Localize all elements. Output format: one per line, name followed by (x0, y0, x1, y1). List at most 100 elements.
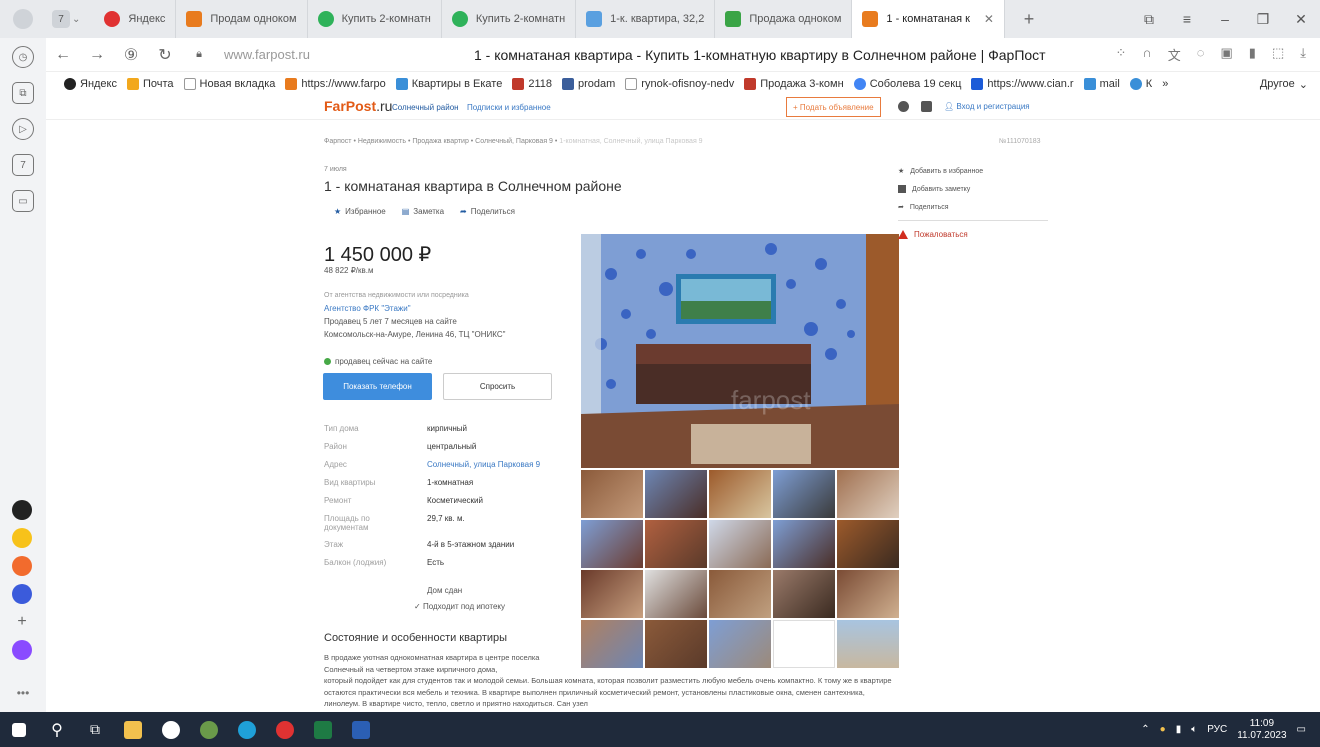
new-tab-icon[interactable]: + (1015, 5, 1043, 33)
bookmark-item[interactable]: rynok-ofisnoy-nedv (625, 78, 734, 90)
lock-icon[interactable]: 🔒︎ (182, 48, 216, 61)
app-icon[interactable] (190, 712, 228, 747)
photo-thumbnail[interactable] (581, 570, 643, 618)
report-link[interactable]: Пожаловаться (898, 225, 1048, 243)
tab-active[interactable]: 1 - комнатаная к ✕ (852, 0, 1005, 38)
favorite-button[interactable]: ★ Избранное (334, 207, 386, 216)
photo-thumbnail[interactable] (773, 570, 835, 618)
breadcrumb-path[interactable]: Фарпост • Недвижимость • Продажа квартир… (324, 138, 557, 145)
close-tab-icon[interactable]: ✕ (984, 12, 994, 26)
file-explorer-icon[interactable] (114, 712, 152, 747)
forward-icon[interactable]: → (80, 46, 114, 64)
word-icon[interactable] (342, 712, 380, 747)
photo-thumbnail[interactable] (645, 620, 707, 668)
photo-thumbnail[interactable] (709, 620, 771, 668)
bookmarks-overflow[interactable]: » (1162, 78, 1168, 90)
bookmark-item[interactable]: К (1129, 78, 1152, 90)
app-icon[interactable] (12, 500, 32, 520)
restore-icon[interactable]: ❐ (1244, 11, 1282, 28)
messages-icon[interactable] (921, 101, 932, 112)
page-title-display[interactable]: 1 - комнатаная квартира - Купить 1-комна… (474, 47, 1046, 63)
bookmark-item[interactable]: https://www.farpo (285, 78, 386, 90)
help-icon[interactable] (898, 101, 909, 112)
clock[interactable]: 11:09 11.07.2023 (1237, 718, 1286, 742)
tab-counter[interactable]: 7 ⌄ (46, 7, 86, 31)
photo-thumbnail[interactable] (773, 470, 835, 518)
address-link[interactable]: Солнечный, улица Парковая 9 (427, 460, 540, 469)
bookmark-item[interactable]: Яндекс (64, 78, 117, 90)
photo-thumbnail[interactable] (837, 570, 899, 618)
main-photo[interactable]: farpost (581, 234, 899, 468)
minimize-icon[interactable]: – (1206, 11, 1244, 27)
notifications-icon[interactable]: ▭ (1297, 724, 1306, 735)
bookmark-item[interactable]: Квартиры в Екате (395, 78, 502, 90)
photo-thumbnail[interactable] (837, 620, 899, 668)
volume-icon[interactable]: 🔈︎ (1191, 724, 1197, 735)
post-ad-button[interactable]: + Подать объявление (786, 97, 881, 117)
alice-icon[interactable] (12, 640, 32, 660)
reader-icon[interactable]: ◌ (1197, 45, 1205, 64)
url-field[interactable]: www.farpost.ru (224, 47, 374, 62)
add-note-link[interactable]: Добавить заметку (898, 180, 1048, 198)
bookmark-item[interactable]: Соболева 19 секц (853, 78, 961, 90)
tab-4[interactable]: 1-к. квартира, 32,2 (576, 0, 716, 38)
tab-2[interactable]: Купить 2-комнатн (308, 0, 442, 38)
reload-icon[interactable]: ↻ (148, 45, 182, 65)
disk-icon[interactable]: ▭ (12, 190, 34, 212)
headphones-icon[interactable]: ∩ (1142, 45, 1151, 64)
add-favorite-link[interactable]: ★ Добавить в избранное (898, 162, 1048, 180)
site-logo[interactable]: FarPost.ru (324, 98, 392, 114)
tray-app-icon[interactable]: ● (1160, 724, 1166, 735)
bookmark-item[interactable]: Продажа 3-комн (744, 78, 844, 90)
app-icon[interactable] (12, 528, 32, 548)
photo-thumbnail[interactable] (773, 520, 835, 568)
photo-thumbnail[interactable] (645, 570, 707, 618)
photo-thumbnail[interactable] (645, 470, 707, 518)
photo-thumbnail[interactable] (709, 470, 771, 518)
photo-thumbnail[interactable] (581, 470, 643, 518)
tab-3[interactable]: Купить 2-комнатн (442, 0, 577, 38)
note-button[interactable]: ▤ Заметка (402, 207, 444, 216)
back-icon[interactable]: ← (46, 46, 80, 64)
bookmarks-other[interactable]: Другое ⌄ (1260, 78, 1320, 91)
mail-icon[interactable] (12, 556, 32, 576)
login-link[interactable]: 👤︎ Вход и регистрация (944, 102, 1030, 111)
bookmark-item[interactable]: https://www.cian.r (971, 78, 1074, 90)
close-window-icon[interactable]: ✕ (1282, 11, 1320, 28)
bookmarks-panel-icon[interactable]: ⧉ (1130, 11, 1168, 28)
bookmark-icon[interactable]: ▮ (1249, 45, 1256, 64)
photo-thumbnail[interactable] (581, 520, 643, 568)
subscriptions-link[interactable]: Подписки и избранное (467, 103, 551, 112)
collections-icon[interactable]: ⧉ (12, 82, 34, 104)
task-view-icon[interactable]: ⧉ (76, 712, 114, 747)
photo-thumbnail[interactable] (709, 520, 771, 568)
tab-0[interactable]: Яндекс (94, 0, 177, 38)
language-indicator[interactable]: РУС (1207, 724, 1227, 735)
bookmark-item[interactable]: Почта (127, 78, 174, 90)
tab-5[interactable]: Продажа одноком (715, 0, 853, 38)
photo-thumbnail[interactable] (709, 570, 771, 618)
excel-icon[interactable] (304, 712, 342, 747)
bookmark-item[interactable]: 2118 (512, 78, 552, 90)
adblock-icon[interactable]: ▣ (1221, 45, 1233, 64)
tab-1[interactable]: Продам одноком (176, 0, 308, 38)
play-icon[interactable]: ▷ (12, 118, 34, 140)
translate-icon[interactable]: 文 (1168, 45, 1181, 64)
collections-icon[interactable]: ⬚ (1272, 45, 1284, 64)
bookmark-item[interactable]: mail (1083, 78, 1120, 90)
calendar-icon[interactable]: 7 (12, 154, 34, 176)
search-icon[interactable]: ⚲ (38, 712, 76, 747)
share-button[interactable]: ➦ Поделиться (460, 207, 515, 216)
yandex-icon[interactable] (266, 712, 304, 747)
photo-thumbnail[interactable] (581, 620, 643, 668)
network-icon[interactable]: ▮ (1176, 724, 1182, 735)
menu-icon[interactable]: ≡ (1168, 11, 1206, 27)
chevron-up-icon[interactable]: ⌃ (1141, 724, 1149, 735)
more-icon[interactable]: ••• (0, 686, 46, 700)
region-selector[interactable]: Солнечный район (392, 103, 459, 112)
share-link[interactable]: ➦ Поделиться (898, 198, 1048, 216)
yandex-icon[interactable]: ⑨ (114, 45, 148, 65)
yandex-browser-icon[interactable] (152, 712, 190, 747)
ask-button[interactable]: Спросить (443, 373, 552, 400)
bookmark-item[interactable]: Новая вкладка (183, 78, 275, 90)
